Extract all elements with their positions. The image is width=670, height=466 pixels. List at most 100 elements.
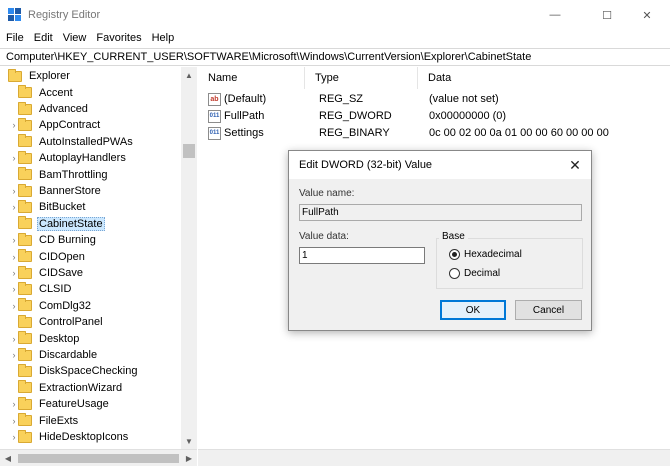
tree-item-label: Discardable (39, 349, 98, 362)
folder-icon (18, 298, 32, 312)
folder-icon (18, 150, 32, 164)
tree-item-label: Desktop (39, 332, 80, 345)
dialog-close-button[interactable]: ✕ (565, 155, 585, 175)
folder-icon (18, 281, 32, 295)
expand-chevron-icon[interactable]: › (10, 347, 18, 363)
tree-item[interactable]: › AppContract (0, 117, 181, 133)
radio-hexadecimal[interactable]: Hexadecimal (449, 247, 522, 261)
tree-item[interactable]: › CIDSave (0, 265, 181, 281)
tree-item[interactable]: › HideDesktopIcons (0, 429, 181, 445)
expand-chevron-icon[interactable]: › (10, 117, 18, 133)
minimize-button[interactable]: — (532, 0, 578, 30)
address-bar[interactable]: Computer\HKEY_CURRENT_USER\SOFTWARE\Micr… (0, 48, 670, 66)
close-icon: ✕ (569, 156, 581, 173)
tree-item[interactable]: CabinetState (0, 216, 181, 232)
list-item[interactable]: ab (Default) REG_SZ (value not set) (198, 91, 670, 108)
column-header-data[interactable]: Data (418, 67, 648, 89)
tree-item[interactable]: › BannerStore (0, 183, 181, 199)
folder-icon (18, 167, 32, 181)
expand-chevron-icon[interactable]: › (10, 183, 18, 199)
tree-item[interactable]: › BitBucket (0, 199, 181, 215)
menu-help[interactable]: Help (147, 30, 180, 47)
tree-root-explorer[interactable]: Explorer (0, 68, 181, 84)
tree-item[interactable]: AutoInstalledPWAs (0, 134, 181, 150)
scroll-down-arrow-icon[interactable]: ▼ (181, 433, 197, 449)
folder-icon (18, 232, 32, 246)
expand-chevron-icon[interactable]: › (10, 281, 18, 297)
expand-chevron-icon[interactable]: › (10, 298, 18, 314)
expand-chevron-icon[interactable]: › (10, 331, 18, 347)
expand-chevron-icon[interactable]: › (10, 199, 18, 215)
value-data-input[interactable]: 1 (299, 247, 425, 264)
close-button[interactable]: ✕ (624, 0, 670, 30)
scroll-thumb[interactable] (183, 144, 195, 158)
tree-item-label: BannerStore (39, 185, 101, 198)
radio-decimal[interactable]: Decimal (449, 266, 500, 280)
value-data: 0x00000000 (0) (429, 110, 507, 122)
value-type: REG_SZ (319, 93, 364, 105)
tree-item-label: Accent (39, 86, 73, 99)
tree-item[interactable]: › CIDOpen (0, 249, 181, 265)
horizontal-scroll-thumb[interactable] (18, 454, 179, 463)
expand-chevron-icon[interactable]: › (10, 249, 18, 265)
tree-item[interactable]: ControlPanel (0, 314, 181, 330)
tree-item[interactable]: › Desktop (0, 331, 181, 347)
expand-chevron-icon[interactable]: › (10, 396, 18, 412)
tree-horizontal-scrollbar[interactable]: ◀ ▶ (0, 449, 197, 466)
tree-item-label: CIDSave (39, 267, 84, 280)
tree-item[interactable]: › ComDlg32 (0, 298, 181, 314)
ok-button[interactable]: OK (440, 300, 506, 320)
folder-icon (18, 85, 32, 99)
menu-view[interactable]: View (58, 30, 92, 47)
folder-icon (8, 68, 22, 82)
tree-item-label: FeatureUsage (39, 398, 109, 411)
folder-icon (18, 183, 32, 197)
minimize-icon: — (549, 9, 561, 21)
edit-dword-dialog: Edit DWORD (32-bit) Value ✕ Value name: … (288, 150, 592, 331)
tree-item[interactable]: › CD Burning (0, 232, 181, 248)
value-name-field[interactable]: FullPath (299, 204, 582, 221)
expand-chevron-icon[interactable]: › (10, 429, 18, 445)
value-name: (Default) (224, 93, 267, 105)
scroll-right-arrow-icon[interactable]: ▶ (181, 450, 197, 466)
tree-item[interactable]: › FileExts (0, 413, 181, 429)
menu-file[interactable]: File (0, 30, 29, 47)
binary-value-icon: 011 (208, 127, 221, 140)
list-item[interactable]: 011 FullPath REG_DWORD 0x00000000 (0) (198, 108, 670, 125)
menu-favorites[interactable]: Favorites (91, 30, 146, 47)
folder-icon (18, 199, 32, 213)
column-header-type[interactable]: Type (305, 67, 418, 89)
column-header-name[interactable]: Name (198, 67, 305, 89)
value-name-label: Value name: (299, 188, 355, 199)
tree-item[interactable]: Advanced (0, 101, 181, 117)
expand-chevron-icon[interactable]: › (10, 413, 18, 429)
tree-vertical-scrollbar[interactable]: ▲ ▼ (181, 67, 197, 449)
tree-item[interactable]: DiskSpaceChecking (0, 363, 181, 379)
tree-item-label: ComDlg32 (39, 299, 91, 312)
scroll-up-arrow-icon[interactable]: ▲ (181, 67, 197, 83)
folder-icon (18, 101, 32, 115)
tree-item[interactable]: BamThrottling (0, 167, 181, 183)
base-group-label: Base (439, 231, 468, 242)
scroll-left-arrow-icon[interactable]: ◀ (0, 450, 16, 466)
radio-hexadecimal-label: Hexadecimal (464, 248, 522, 260)
expand-chevron-icon[interactable]: › (10, 265, 18, 281)
tree-item[interactable]: ExtractionWizard (0, 380, 181, 396)
tree-item[interactable]: › CLSID (0, 281, 181, 297)
tree-item[interactable]: › AutoplayHandlers (0, 150, 181, 166)
tree-item-label: AppContract (39, 119, 101, 132)
tree-item[interactable]: › Discardable (0, 347, 181, 363)
list-item[interactable]: 011 Settings REG_BINARY 0c 00 02 00 0a 0… (198, 125, 670, 142)
menu-edit[interactable]: Edit (29, 30, 58, 47)
radio-decimal-label: Decimal (464, 267, 501, 279)
cancel-button[interactable]: Cancel (515, 300, 582, 320)
expand-chevron-icon[interactable]: › (10, 150, 18, 166)
expand-chevron-icon[interactable]: › (10, 232, 18, 248)
tree-item[interactable]: Accent (0, 85, 181, 101)
folder-icon (18, 413, 32, 427)
tree-item-label: ExtractionWizard (39, 381, 123, 394)
tree-item[interactable]: › FeatureUsage (0, 396, 181, 412)
